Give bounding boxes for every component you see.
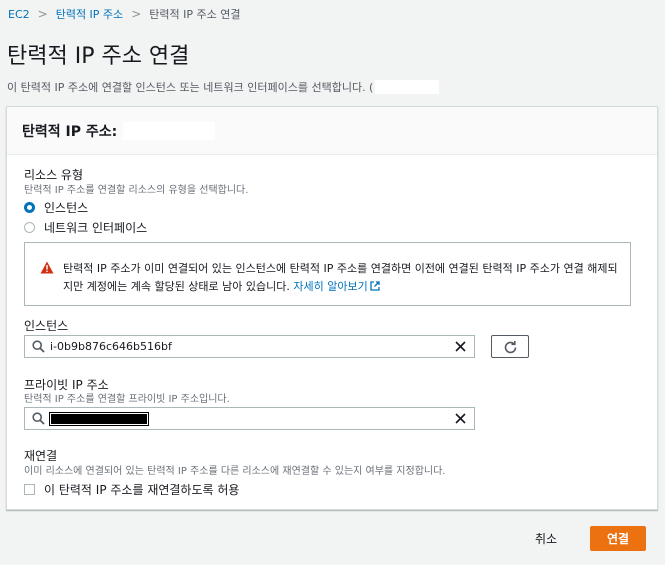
search-icon <box>32 412 45 425</box>
card-header: 탄력적 IP 주소: <box>7 107 657 155</box>
breadcrumb-elastic-ip-link[interactable]: 탄력적 IP 주소 <box>56 6 123 22</box>
page-description: 이 탄력적 IP 주소에 연결할 인스턴스 또는 네트워크 인터페이스를 선택합… <box>7 79 440 95</box>
reassociation-checkbox[interactable] <box>24 484 35 495</box>
alert-message: 탄력적 IP 주소가 이미 연결되어 있는 인스턴스에 탄력적 IP 주소를 연… <box>63 260 623 296</box>
reassociation-checkbox-label: 이 탄력적 IP 주소를 재연결하도록 허용 <box>44 483 240 497</box>
redacted-elastic-ip <box>123 121 216 140</box>
breadcrumb-ec2-link[interactable]: EC2 <box>8 8 30 21</box>
instance-label: 인스턴스 <box>24 319 69 333</box>
association-form-card: 탄력적 IP 주소: 리소스 유형 탄력적 IP 주소를 연결할 리소스의 유형… <box>6 106 658 510</box>
refresh-icon <box>504 341 517 354</box>
clear-icon[interactable] <box>454 412 467 425</box>
associate-button[interactable]: 연결 <box>590 526 646 551</box>
refresh-button[interactable] <box>491 335 529 358</box>
card-header-title: 탄력적 IP 주소: <box>22 123 118 140</box>
page-description-text: 이 탄력적 IP 주소에 연결할 인스턴스 또는 네트워크 인터페이스를 선택합… <box>7 81 374 94</box>
radio-network-interface[interactable]: 네트워크 인터페이스 <box>24 219 147 236</box>
warning-alert: 탄력적 IP 주소가 이미 연결되어 있는 인스턴스에 탄력적 IP 주소를 연… <box>24 242 631 306</box>
redacted-private-ip <box>49 412 149 426</box>
redacted-address <box>375 80 440 94</box>
reassociation-description: 이미 리소스에 연결되어 있는 탄력적 IP 주소를 다른 리소스에 재연결할 … <box>24 466 446 477</box>
external-link-icon <box>370 281 380 291</box>
private-ip-description: 탄력적 IP 주소를 연결할 프라이빗 IP 주소입니다. <box>24 394 230 405</box>
radio-button-unchecked[interactable] <box>24 222 35 233</box>
learn-more-label: 자세히 알아보기 <box>293 280 368 293</box>
warning-icon <box>40 261 54 274</box>
learn-more-link[interactable]: 자세히 알아보기 <box>293 280 380 293</box>
radio-button-checked[interactable] <box>24 202 35 213</box>
instance-value: i-0b9b876c646b516bf <box>50 340 172 353</box>
radio-instance-label: 인스턴스 <box>44 201 89 215</box>
reassociation-checkbox-row[interactable]: 이 탄력적 IP 주소를 재연결하도록 허용 <box>24 481 239 498</box>
resource-type-description: 탄력적 IP 주소를 연결할 리소스의 유형을 선택합니다. <box>24 185 249 196</box>
page-title: 탄력적 IP 주소 연결 <box>7 44 190 69</box>
breadcrumb: EC2 > 탄력적 IP 주소 > 탄력적 IP 주소 연결 <box>8 6 240 22</box>
instance-search-input[interactable]: i-0b9b876c646b516bf <box>24 335 475 358</box>
clear-icon[interactable] <box>454 340 467 353</box>
radio-instance[interactable]: 인스턴스 <box>24 199 88 216</box>
chevron-right-icon: > <box>37 7 48 21</box>
radio-network-interface-label: 네트워크 인터페이스 <box>44 221 148 235</box>
private-ip-search-input[interactable] <box>24 407 475 430</box>
breadcrumb-current: 탄력적 IP 주소 연결 <box>149 8 241 21</box>
search-icon <box>32 340 45 353</box>
cancel-button[interactable]: 취소 <box>535 530 557 547</box>
chevron-right-icon: > <box>131 7 142 21</box>
